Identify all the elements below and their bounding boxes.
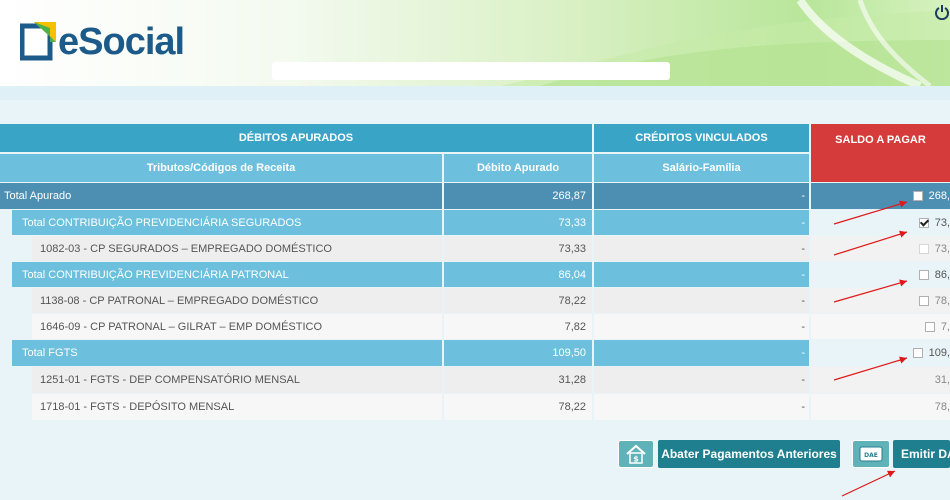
row-saldo-value: 73, <box>934 216 950 229</box>
row-saldo-value: 268, <box>928 190 950 202</box>
header-debitos-apurados: DÉBITOS APURADOS <box>0 124 592 152</box>
subheader-strip <box>0 86 950 100</box>
row-debito: 268,87 <box>444 183 592 209</box>
row-saldo: 78, <box>811 394 950 420</box>
row-checkbox[interactable] <box>912 348 923 358</box>
row-debito: 73,33 <box>444 236 592 261</box>
row-debito: 7,82 <box>444 314 592 339</box>
table-row: 1646-09 - CP PATRONAL – GILRAT – EMP DOM… <box>0 314 950 339</box>
logo-text: eSocial <box>58 20 185 63</box>
row-credito: - <box>594 394 809 420</box>
row-checkbox[interactable] <box>918 243 929 254</box>
row-label: 1718-01 - FGTS - DEPÓSITO MENSAL <box>32 394 442 420</box>
logo-mark-icon <box>20 22 56 61</box>
row-debito: 78,22 <box>444 288 592 313</box>
row-saldo-value: 109, <box>928 347 950 359</box>
table-row-group: Total CONTRIBUIÇÃO PREVIDENCIÁRIA SEGURA… <box>0 210 950 235</box>
row-saldo: 7, <box>811 314 950 339</box>
row-saldo: 109, <box>811 340 950 366</box>
row-saldo-value: 86, <box>934 268 950 281</box>
abater-icon-button[interactable]: $ <box>618 440 654 468</box>
row-label: 1251-01 - FGTS - DEP COMPENSATÓRIO MENSA… <box>32 367 442 393</box>
row-credito: - <box>594 288 809 313</box>
row-checkbox[interactable] <box>918 217 929 228</box>
house-money-icon: $ <box>626 444 646 464</box>
row-saldo: 31, <box>811 367 950 393</box>
row-saldo-value: 78, <box>934 294 950 307</box>
col-tributos: Tributos/Códigos de Receita <box>0 154 442 182</box>
row-debito: 109,50 <box>444 340 592 366</box>
row-label: Total CONTRIBUIÇÃO PREVIDENCIÁRIA SEGURA… <box>12 210 442 235</box>
row-checkbox[interactable] <box>918 295 929 306</box>
dae-icon-button[interactable]: DAE <box>852 440 890 468</box>
col-debito-apurado: Débito Apurado <box>444 154 592 182</box>
row-credito: - <box>594 210 809 235</box>
row-label: Total FGTS <box>12 340 442 366</box>
row-debito: 31,28 <box>444 367 592 393</box>
row-saldo-value: 31, <box>934 374 950 386</box>
col-salario-familia: Salário-Família <box>594 154 809 182</box>
row-label: Total CONTRIBUIÇÃO PREVIDENCIÁRIA PATRON… <box>12 262 442 287</box>
abater-pagamentos-button[interactable]: Abater Pagamentos Anteriores <box>658 440 840 468</box>
row-saldo: 78, <box>811 288 950 313</box>
row-saldo-value: 73, <box>934 242 950 255</box>
row-label: 1646-09 - CP PATRONAL – GILRAT – EMP DOM… <box>32 314 442 339</box>
row-debito: 86,04 <box>444 262 592 287</box>
row-credito: - <box>594 340 809 366</box>
app-header: eSocial <box>0 0 950 86</box>
row-saldo: 268, <box>811 183 950 209</box>
row-label: 1082-03 - CP SEGURADOS – EMPREGADO DOMÉS… <box>32 236 442 261</box>
svg-text:$: $ <box>633 455 639 464</box>
table-row: 1082-03 - CP SEGURADOS – EMPREGADO DOMÉS… <box>0 236 950 261</box>
row-label: Total Apurado <box>0 183 442 209</box>
table-subheader-row: Tributos/Códigos de Receita Débito Apura… <box>0 154 950 182</box>
row-credito: - <box>594 262 809 287</box>
emitir-dae-button[interactable]: Emitir DA <box>893 440 950 468</box>
row-saldo-value: 78, <box>934 401 950 413</box>
dae-icon-text: DAE <box>864 452 878 459</box>
table-row: 1138-08 - CP PATRONAL – EMPREGADO DOMÉST… <box>0 288 950 313</box>
table-row-group: Total FGTS 109,50 - 109, <box>0 340 950 366</box>
row-debito: 78,22 <box>444 394 592 420</box>
header-creditos-vinculados: CRÉDITOS VINCULADOS <box>594 124 809 152</box>
row-debito: 73,33 <box>444 210 592 235</box>
row-credito: - <box>594 314 809 339</box>
table-row: 1251-01 - FGTS - DEP COMPENSATÓRIO MENSA… <box>0 367 950 393</box>
power-icon[interactable] <box>935 4 949 20</box>
row-saldo-value: 7, <box>940 320 950 333</box>
row-credito: - <box>594 183 809 209</box>
row-credito: - <box>594 236 809 261</box>
table-row: 1718-01 - FGTS - DEPÓSITO MENSAL 78,22 -… <box>0 394 950 420</box>
table-row-total-apurado: Total Apurado 268,87 - 268, <box>0 183 950 209</box>
table-row-group: Total CONTRIBUIÇÃO PREVIDENCIÁRIA PATRON… <box>0 262 950 287</box>
header-input-bar[interactable] <box>272 62 670 80</box>
row-checkbox[interactable] <box>912 191 923 201</box>
row-label: 1138-08 - CP PATRONAL – EMPREGADO DOMÉST… <box>32 288 442 313</box>
esocial-logo[interactable]: eSocial <box>20 18 185 66</box>
row-credito: - <box>594 367 809 393</box>
row-checkbox[interactable] <box>918 269 929 280</box>
row-saldo: 73, <box>811 210 950 235</box>
arrow-annotation <box>841 470 896 497</box>
dae-document-icon: DAE <box>859 446 883 462</box>
table-header-row: DÉBITOS APURADOS CRÉDITOS VINCULADOS <box>0 124 950 152</box>
row-saldo: 86, <box>811 262 950 287</box>
row-checkbox[interactable] <box>924 321 935 332</box>
row-saldo: 73, <box>811 236 950 261</box>
debitos-table: DÉBITOS APURADOS CRÉDITOS VINCULADOS SAL… <box>0 124 950 420</box>
